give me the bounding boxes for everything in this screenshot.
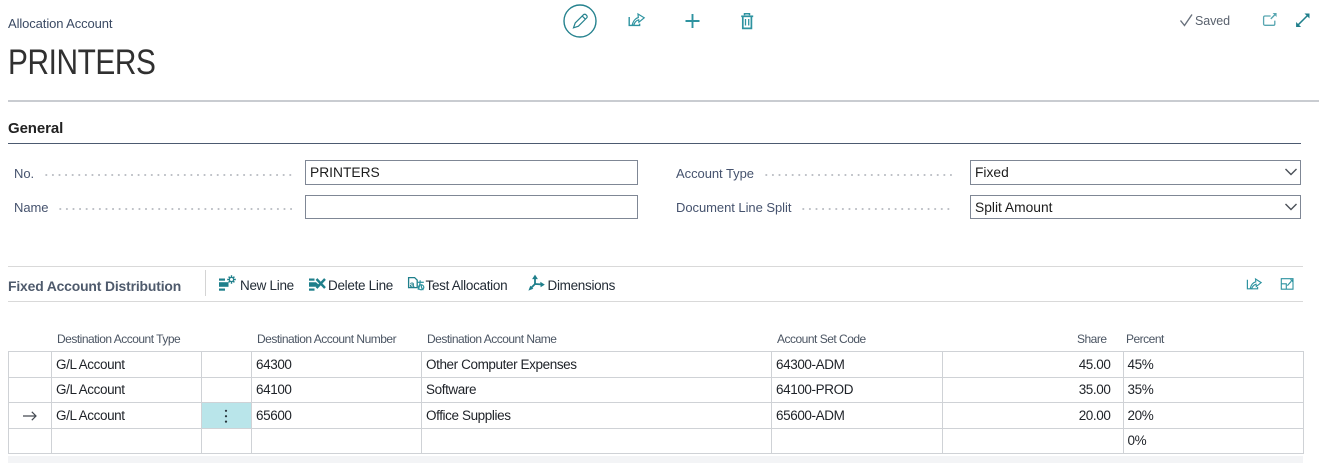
svg-text:a: a bbox=[410, 279, 415, 289]
